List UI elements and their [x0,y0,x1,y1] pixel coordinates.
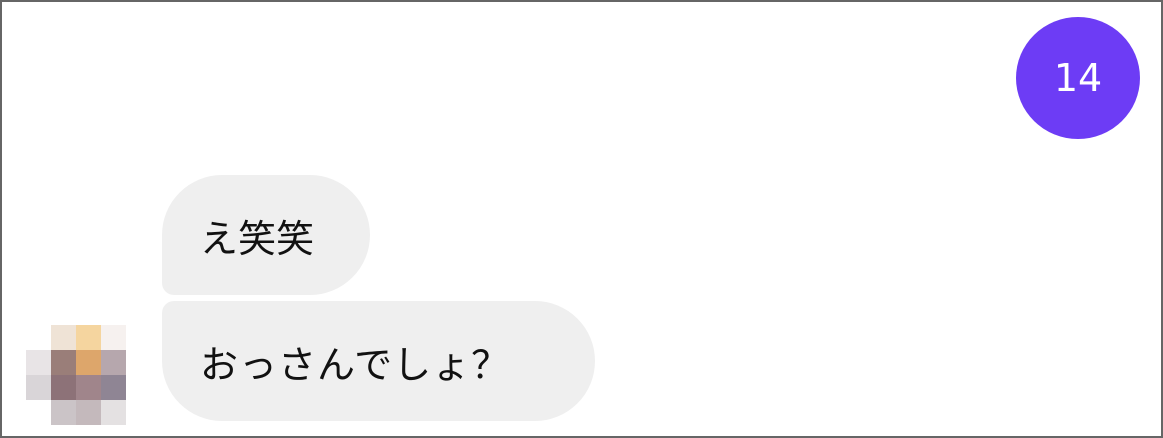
avatar-pixel [26,400,51,425]
avatar-pixel [51,350,76,375]
avatar-pixel [76,350,101,375]
avatar[interactable] [26,325,127,426]
avatar-pixel [76,375,101,400]
avatar-pixel [101,375,126,400]
avatar-pixel [51,325,76,350]
avatar-pixel [76,400,101,425]
message-text: おっさんでしょ？ [200,342,511,387]
avatar-pixel [101,325,126,350]
avatar-pixel [51,400,76,425]
received-message-bubble[interactable]: おっさんでしょ？ [162,301,595,421]
avatar-pixel [101,350,126,375]
message-text: え笑笑 [200,216,315,261]
avatar-pixel [76,325,101,350]
unread-count-badge[interactable]: 14 [1016,17,1140,139]
avatar-pixel [26,325,51,350]
received-message-bubble[interactable]: え笑笑 [162,175,370,295]
avatar-pixel [26,375,51,400]
avatar-pixel [26,350,51,375]
avatar-pixel [51,375,76,400]
chat-panel: 14 え笑笑 おっさんでしょ？ [0,0,1163,438]
avatar-pixel [101,400,126,425]
